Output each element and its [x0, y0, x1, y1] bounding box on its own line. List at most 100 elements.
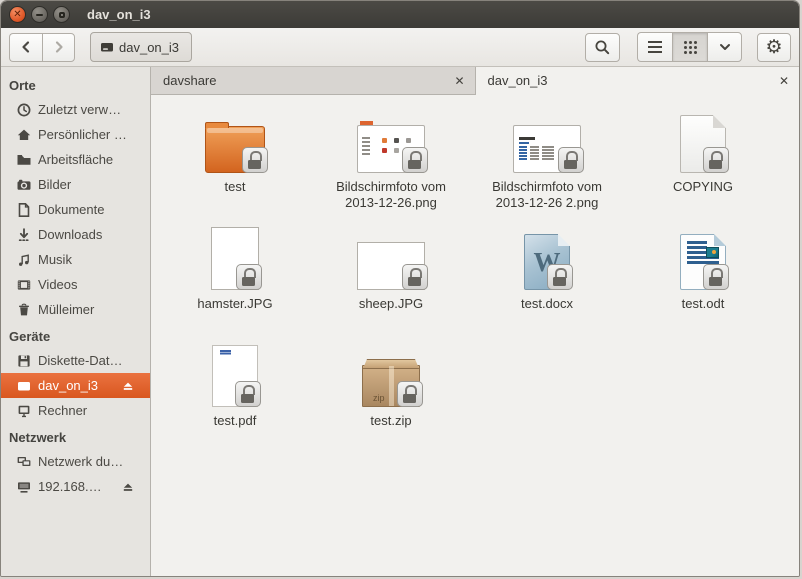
grid-view-button[interactable] — [672, 32, 707, 62]
network-drive-icon — [16, 479, 32, 495]
minimize-icon — [36, 14, 43, 16]
eject-button[interactable] — [120, 379, 142, 393]
sidebar-item-label: Diskette-Dat… — [38, 353, 123, 368]
lock-emblem-icon — [703, 264, 729, 290]
lock-emblem-icon — [558, 147, 584, 173]
file-item[interactable]: sheep.JPG — [313, 222, 469, 339]
document-icon — [16, 202, 32, 218]
folder-icon — [16, 152, 32, 168]
file-label: test.docx — [521, 296, 573, 312]
drive-icon — [99, 39, 115, 55]
sidebar-item-pers-nlicher[interactable]: Persönlicher … — [1, 122, 150, 147]
tab-close-icon[interactable]: ✕ — [779, 74, 789, 88]
sidebar-item-label: Dokumente — [38, 202, 104, 217]
file-item[interactable]: test — [157, 105, 313, 222]
music-icon — [16, 252, 32, 268]
eject-button[interactable] — [120, 480, 142, 494]
back-icon — [18, 39, 34, 55]
sidebar-item-192-168[interactable]: 192.168.… — [1, 474, 150, 499]
file-item[interactable]: Wtest.docx — [469, 222, 625, 339]
trash-icon — [16, 302, 32, 318]
file-item[interactable]: Bildschirmfoto vom 2013-12-26.png — [313, 105, 469, 222]
file-item[interactable]: Bildschirmfoto vom 2013-12-26 2.png — [469, 105, 625, 222]
file-label: test — [225, 179, 246, 195]
file-manager-window: ✕ dav_on_i3 dav_on_i3 ⚙ — [0, 0, 800, 577]
sidebar-item-rechner[interactable]: Rechner — [1, 398, 150, 423]
sidebar-item-dokumente[interactable]: Dokumente — [1, 197, 150, 222]
location-button[interactable]: dav_on_i3 — [90, 32, 192, 62]
file-label: sheep.JPG — [359, 296, 423, 312]
folder-icon — [205, 126, 265, 173]
pdf-document-icon — [212, 345, 258, 407]
sidebar-item-arbeitsfl-che[interactable]: Arbeitsfläche — [1, 147, 150, 172]
chevron-down-icon — [718, 40, 732, 54]
lock-emblem-icon — [235, 381, 261, 407]
sidebar-item-label: Netzwerk du… — [38, 454, 123, 469]
video-icon — [16, 277, 32, 293]
search-button[interactable] — [585, 33, 620, 62]
file-icon-wrap — [357, 107, 425, 173]
main-area: OrteZuletzt verw…Persönlicher …Arbeitsfl… — [1, 67, 799, 576]
sidebar-section-header: Geräte — [1, 322, 150, 348]
close-button[interactable]: ✕ — [9, 6, 26, 23]
file-icon-wrap: zip — [362, 341, 420, 407]
file-item[interactable]: test.pdf — [157, 339, 313, 456]
sidebar-item-musik[interactable]: Musik — [1, 247, 150, 272]
tab-dav_on_i3[interactable]: dav_on_i3✕ — [476, 67, 800, 95]
file-label: hamster.JPG — [197, 296, 272, 312]
tab-bar: davshare✕dav_on_i3✕ — [151, 67, 799, 95]
file-label: test.zip — [370, 413, 411, 429]
tab-label: davshare — [163, 73, 216, 88]
view-options-dropdown[interactable] — [707, 32, 742, 62]
tab-close-icon[interactable]: ✕ — [454, 74, 464, 88]
file-icon-wrap — [680, 224, 726, 290]
sidebar-item-label: Musik — [38, 252, 72, 267]
sidebar-item-label: Persönlicher … — [38, 127, 127, 142]
file-item[interactable]: COPYING — [625, 105, 781, 222]
clock-icon — [16, 102, 32, 118]
sidebar-item-label: Mülleimer — [38, 302, 94, 317]
file-icon-wrap — [212, 341, 258, 407]
file-icon-wrap — [680, 107, 726, 173]
sidebar-section-header: Netzwerk — [1, 423, 150, 449]
camera-icon — [16, 177, 32, 193]
search-icon — [594, 39, 611, 56]
floppy-icon — [16, 353, 32, 369]
sidebar-item-label: Arbeitsfläche — [38, 152, 113, 167]
settings-button[interactable]: ⚙ — [757, 33, 791, 62]
network-browse-icon — [16, 454, 32, 470]
sidebar-item-label: Downloads — [38, 227, 102, 242]
file-item[interactable]: zip test.zip — [313, 339, 469, 456]
content-column: davshare✕dav_on_i3✕ testBildschirmfoto v… — [151, 67, 799, 576]
sidebar-item-netzwerk-du[interactable]: Netzwerk du… — [1, 449, 150, 474]
sidebar-item-zuletzt-verw[interactable]: Zuletzt verw… — [1, 97, 150, 122]
sidebar-item-m-lleimer[interactable]: Mülleimer — [1, 297, 150, 322]
list-view-button[interactable] — [637, 32, 672, 62]
file-item[interactable]: test.odt — [625, 222, 781, 339]
tab-davshare[interactable]: davshare ✕ — [151, 67, 476, 95]
sidebar-item-label: 192.168.… — [38, 479, 102, 494]
window-title: dav_on_i3 — [87, 7, 151, 22]
file-icon-wrap: W — [524, 224, 570, 290]
sidebar-item-downloads[interactable]: Downloads — [1, 222, 150, 247]
eject-icon — [120, 480, 136, 494]
file-label: Bildschirmfoto vom 2013-12-26.png — [321, 179, 461, 211]
titlebar[interactable]: ✕ dav_on_i3 — [1, 1, 799, 28]
file-item[interactable]: hamster.JPG — [157, 222, 313, 339]
minimize-button[interactable] — [31, 6, 48, 23]
zip-label: zip — [373, 393, 385, 403]
list-view-icon — [648, 41, 662, 44]
file-label: COPYING — [673, 179, 733, 195]
sidebar-item-dav_on_i3[interactable]: dav_on_i3 — [1, 373, 150, 398]
back-button[interactable] — [9, 33, 42, 62]
maximize-button[interactable] — [53, 6, 70, 23]
lock-emblem-icon — [397, 381, 423, 407]
sidebar-item-diskette-dat[interactable]: Diskette-Dat… — [1, 348, 150, 373]
forward-button[interactable] — [42, 33, 75, 62]
zip-archive-icon: zip — [362, 365, 420, 407]
odt-document-icon — [680, 234, 726, 290]
sidebar-item-videos[interactable]: Videos — [1, 272, 150, 297]
screenshot-filemanager-icon — [357, 125, 425, 173]
lock-emblem-icon — [242, 147, 268, 173]
sidebar-item-bilder[interactable]: Bilder — [1, 172, 150, 197]
